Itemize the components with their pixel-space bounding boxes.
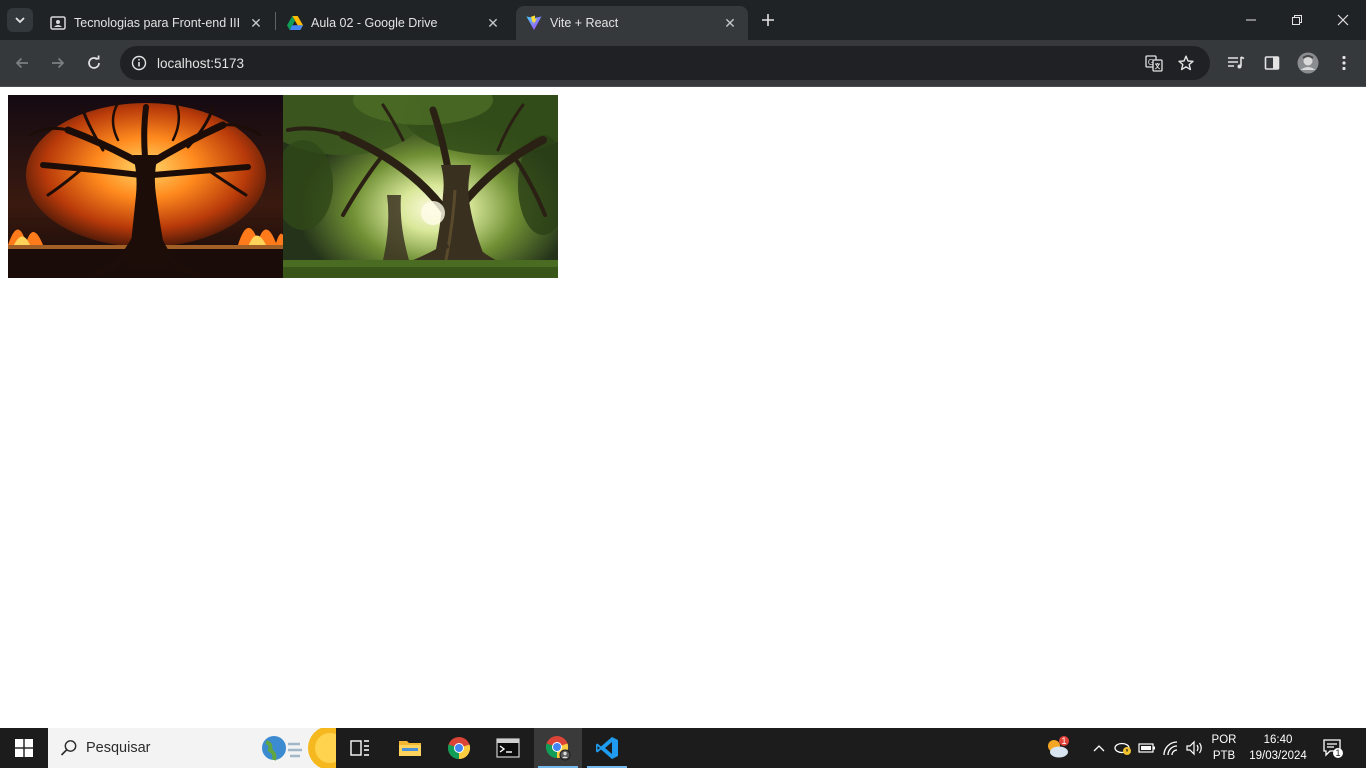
close-tab-icon[interactable]: ✕: [722, 15, 738, 31]
address-bar[interactable]: localhost:5173 G: [120, 46, 1210, 80]
tab-title: Aula 02 - Google Drive: [311, 16, 438, 30]
chrome-menu-icon[interactable]: [1328, 47, 1360, 79]
arrow-left-icon: [15, 57, 28, 69]
tab-vite-react[interactable]: Vite + React ✕: [516, 6, 748, 40]
minimize-button[interactable]: [1228, 0, 1274, 40]
side-panel-icon[interactable]: [1256, 47, 1288, 79]
language-indicator[interactable]: POR PTB: [1209, 732, 1239, 764]
browser-toolbar: localhost:5173 G: [0, 40, 1366, 86]
media-control-icon[interactable]: [1220, 47, 1252, 79]
search-icon: [60, 740, 77, 756]
keyboard-layout: PTB: [1212, 750, 1236, 762]
battery-icon[interactable]: [1137, 738, 1157, 758]
task-view-button[interactable]: [336, 728, 384, 768]
tab-divider: [275, 12, 276, 30]
wifi-icon[interactable]: [1161, 738, 1181, 758]
tab-search-button[interactable]: [7, 8, 33, 32]
taskbar-search-box[interactable]: Pesquisar: [48, 728, 336, 768]
file-explorer-button[interactable]: [386, 728, 434, 768]
minimize-icon: [1246, 19, 1256, 21]
notifications-count: 1: [1335, 748, 1341, 758]
restore-button[interactable]: [1274, 0, 1320, 40]
chevron-up-icon: [1093, 745, 1105, 752]
plus-icon: [762, 14, 774, 26]
tab-title: Tecnologias para Front-end III: [74, 16, 241, 30]
arrow-right-icon: [52, 57, 65, 69]
volume-icon[interactable]: [1185, 738, 1205, 758]
classroom-favicon-icon: [50, 15, 66, 31]
url-text: localhost:5173: [157, 55, 245, 71]
forward-button[interactable]: [42, 47, 74, 79]
language-code: POR: [1211, 734, 1237, 746]
reload-button[interactable]: [78, 47, 110, 79]
weather-icon[interactable]: 1: [1044, 735, 1070, 761]
tab-title: Vite + React: [550, 16, 619, 30]
weather-badge: 1: [1061, 736, 1067, 746]
clock[interactable]: 16:40 19/03/2024: [1244, 732, 1312, 764]
forest-tree-image: [283, 95, 558, 278]
folder-icon: [399, 741, 421, 756]
clock-date: 19/03/2024: [1249, 750, 1307, 762]
bookmark-star-icon[interactable]: [1171, 46, 1201, 80]
clock-time: 16:40: [1263, 734, 1293, 746]
terminal-icon: [496, 738, 520, 758]
reload-icon: [88, 55, 100, 69]
google-drive-icon: [287, 15, 303, 31]
chevron-down-icon: [15, 17, 25, 24]
notifications-button[interactable]: 1: [1322, 737, 1344, 759]
profile-avatar[interactable]: [1292, 47, 1324, 79]
chrome-icon: [447, 737, 471, 760]
page-viewport: [0, 87, 1366, 728]
search-highlight-illustration-icon: [262, 728, 336, 768]
windows-logo-icon: [15, 739, 33, 757]
burning-tree-image: [8, 95, 283, 278]
search-placeholder: Pesquisar: [86, 740, 151, 756]
windows-taskbar: Pesquisar 1 POR PTB 16:40 19/03/2024 1: [0, 728, 1366, 768]
vscode-icon: [596, 737, 618, 759]
translate-icon[interactable]: G: [1139, 46, 1169, 80]
new-tab-button[interactable]: [756, 8, 780, 32]
tab-strip: Tecnologias para Front-end III ✕ Aula 02…: [0, 0, 1366, 40]
show-hidden-icons-button[interactable]: [1089, 738, 1109, 758]
back-button[interactable]: [6, 47, 38, 79]
chrome-icon: [545, 736, 571, 761]
start-button[interactable]: [0, 728, 48, 768]
restore-icon: [1292, 15, 1302, 25]
close-icon: [1337, 14, 1349, 26]
onedrive-warning-icon[interactable]: [1113, 738, 1133, 758]
terminal-taskbar-button[interactable]: [484, 728, 532, 768]
tab-tecnologias[interactable]: Tecnologias para Front-end III ✕: [40, 6, 274, 40]
vite-icon: [526, 15, 542, 31]
vscode-taskbar-button[interactable]: [583, 728, 631, 768]
tab-google-drive[interactable]: Aula 02 - Google Drive ✕: [277, 6, 511, 40]
chrome-profile-taskbar-button[interactable]: [534, 728, 582, 768]
chrome-taskbar-button[interactable]: [435, 728, 483, 768]
task-view-icon: [350, 740, 369, 756]
site-info-icon[interactable]: [122, 46, 156, 80]
close-window-button[interactable]: [1320, 0, 1366, 40]
close-tab-icon[interactable]: ✕: [248, 15, 264, 31]
close-tab-icon[interactable]: ✕: [485, 15, 501, 31]
